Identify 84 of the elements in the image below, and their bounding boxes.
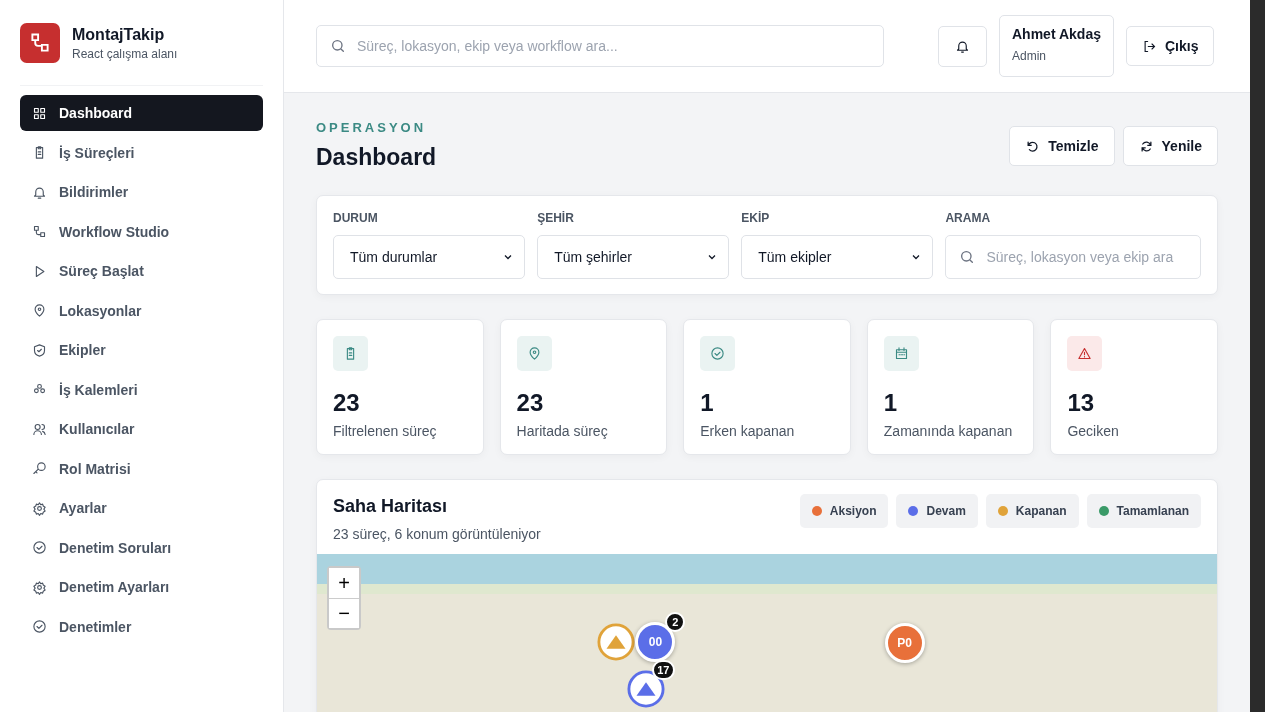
map-marker-logo-icon[interactable] (596, 623, 635, 661)
stat-label: Haritada süreç (516, 423, 609, 439)
stat-label: Zamanında kapanan (883, 423, 1014, 439)
app-name: MontajTakip (72, 25, 166, 44)
sidebar-item[interactable]: Lokasyonlar (20, 292, 263, 329)
stat-label: Erken kapanan (700, 423, 796, 439)
sidebar-item-label: Denetimler (59, 618, 132, 635)
legend-label: Kapanan (1015, 504, 1067, 518)
calendar-icon (893, 346, 909, 361)
stat-value: 1 (883, 389, 899, 417)
sidebar-item[interactable]: Denetim Ayarları (20, 569, 263, 605)
bell-icon (955, 38, 970, 54)
stat-label: Filtrelenen süreç (333, 423, 438, 439)
dropdown[interactable]: Tüm şehirler (537, 235, 730, 279)
marker-count-badge: 2 (665, 612, 686, 632)
map-subtitle: 23 süreç, 6 konum görüntüleniyor (333, 526, 541, 542)
user-card[interactable]: Ahmet Akdaş Admin (999, 15, 1114, 77)
reset-button[interactable]: Temizle (1009, 126, 1115, 166)
stat-value: 23 (333, 389, 361, 417)
notifications-button[interactable] (938, 25, 987, 67)
stat-value: 13 (1067, 389, 1096, 417)
dropdown[interactable]: Tüm ekipler (741, 235, 934, 279)
refresh-button[interactable]: Yenile (1122, 126, 1218, 166)
sidebar-item[interactable]: Rol Matrisi (20, 450, 263, 487)
location-pin-icon (32, 303, 47, 318)
section-eyebrow: OPERASYON (316, 120, 428, 135)
search-field[interactable]: Süreç, lokasyon, ekip veya workflow ara... (316, 25, 884, 67)
sidebar-item-label: Workflow Studio (59, 223, 170, 240)
sidebar-item-label: İş Süreçleri (59, 144, 135, 161)
refresh-icon (1138, 138, 1154, 154)
scrollbar[interactable] (1250, 0, 1265, 712)
warning-icon (1077, 346, 1093, 361)
bell-icon (32, 184, 47, 200)
user-name: Ahmet Akdaş (1012, 26, 1101, 42)
sidebar-item-label: Bildirimler (59, 184, 129, 200)
stat-label: Geciken (1067, 423, 1120, 439)
users-icon (32, 421, 47, 437)
sidebar-item[interactable]: Dashboard (20, 95, 263, 131)
sidebar-item-label: Denetim Soruları (59, 539, 172, 556)
logout-icon (1141, 38, 1157, 54)
app-subtitle: React çalışma alanı (72, 46, 178, 61)
stat-value: 23 (516, 389, 545, 417)
gear-icon (32, 500, 47, 516)
shield-icon (32, 342, 47, 358)
gear-icon (32, 579, 47, 595)
search-field[interactable]: Süreç, lokasyon veya ekip ara (945, 235, 1201, 279)
sidebar-item[interactable]: Bildirimler (20, 174, 263, 210)
sidebar-item[interactable]: Kullanıcılar (20, 411, 263, 447)
sidebar-item[interactable]: İş Süreçleri (20, 134, 263, 171)
sidebar-item-label: Dashboard (59, 105, 133, 121)
sidebar-item-label: Ayarlar (59, 500, 107, 516)
filter-label: EKİP (741, 211, 771, 225)
logout-button[interactable]: Çıkış (1125, 26, 1215, 66)
legend-label: Aksiyon (829, 504, 877, 518)
sidebar-item-label: Lokasyonlar (59, 302, 142, 319)
sidebar-item-label: Kullanıcılar (59, 421, 135, 437)
sidebar-item-label: Rol Matrisi (59, 460, 131, 477)
page-title: Dashboard (316, 144, 437, 171)
user-role: Admin (1012, 49, 1047, 63)
filter-label: ARAMA (945, 211, 992, 225)
sidebar-item[interactable]: Denetimler (20, 608, 263, 645)
sidebar-item[interactable]: Workflow Studio (20, 213, 263, 250)
sidebar-item[interactable]: Ayarlar (20, 490, 263, 526)
stat-value: 1 (700, 389, 715, 417)
map-title: Saha Haritası (333, 496, 449, 517)
sidebar-item-label: Süreç Başlat (59, 263, 144, 279)
sidebar-item[interactable]: İş Kalemleri (20, 371, 263, 408)
filter-label: DURUM (333, 211, 379, 225)
sidebar-item-label: Denetim Ayarları (59, 579, 170, 595)
sidebar-item-label: Ekipler (59, 342, 106, 358)
workflow-icon (32, 224, 47, 239)
dropdown[interactable]: Tüm durumlar (333, 235, 526, 279)
workflow-logo-icon (20, 23, 60, 63)
sidebar-item[interactable]: Ekipler (20, 332, 263, 368)
filter-label: ŞEHİR (537, 211, 575, 225)
legend-label: Tamamlanan (1116, 504, 1189, 518)
sidebar-item-label: İş Kalemleri (59, 381, 138, 398)
grid-icon (32, 105, 47, 121)
sidebar-item[interactable]: Süreç Başlat (20, 253, 263, 289)
marker-count-badge: 17 (652, 660, 675, 680)
legend-label: Devam (926, 504, 966, 518)
sidebar-item[interactable]: Denetim Soruları (20, 529, 263, 566)
key-icon (32, 461, 47, 476)
zoom-out-button[interactable]: − (329, 598, 359, 628)
